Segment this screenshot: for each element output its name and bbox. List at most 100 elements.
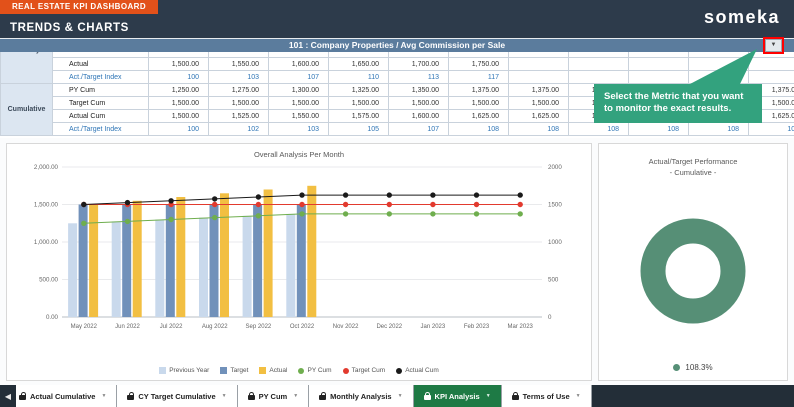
table-cell[interactable]: 1,500.00: [148, 96, 209, 110]
svg-text:1,500.00: 1,500.00: [34, 202, 59, 209]
table-cell[interactable]: 1,550.00: [208, 57, 269, 71]
table-cell[interactable]: 108: [448, 122, 509, 136]
sheet-tab-actual-cumulative[interactable]: Actual Cumulative ▼: [16, 385, 118, 407]
svg-text:Aug 2022: Aug 2022: [202, 324, 228, 330]
svg-text:0.00: 0.00: [46, 314, 59, 321]
table-cell[interactable]: 1,350.00: [388, 83, 449, 97]
table-cell[interactable]: 1,575.00: [328, 109, 389, 123]
table-row-label[interactable]: Act./Target Index: [52, 70, 149, 84]
chevron-down-icon: ▼: [397, 393, 403, 399]
table-cell[interactable]: [508, 70, 569, 84]
svg-text:May 2022: May 2022: [71, 324, 98, 330]
table-cell[interactable]: 1,500.00: [508, 96, 569, 110]
table-cell[interactable]: 1,275.00: [208, 83, 269, 97]
table-row-label[interactable]: Actual: [52, 57, 149, 71]
table-group-label[interactable]: Cumulative: [0, 83, 53, 136]
table-cell[interactable]: 107: [388, 122, 449, 136]
sheet-tab-kpi-analysis[interactable]: KPI Analysis ▼: [413, 385, 502, 407]
sheet-tab-py-cum[interactable]: PY Cum ▼: [237, 385, 310, 407]
table-row-label[interactable]: Target Cum: [52, 96, 149, 110]
table-cell[interactable]: 110: [328, 70, 389, 84]
table-cell[interactable]: 1,700.00: [388, 57, 449, 71]
lock-icon: [319, 391, 327, 400]
lock-icon: [127, 391, 135, 400]
svg-text:Sep 2022: Sep 2022: [246, 324, 272, 330]
charts-region: Overall Analysis Per Month 2,000.00 2000 1…: [0, 138, 794, 385]
highlight-box: ▼: [763, 37, 784, 54]
tabs-scroll-left-button[interactable]: ◀: [0, 385, 16, 407]
lock-icon: [511, 391, 519, 400]
svg-text:1000: 1000: [548, 239, 562, 246]
donut-title: Actual/Target Performance - Cumulative -: [649, 156, 738, 179]
table-cell[interactable]: 105: [328, 122, 389, 136]
table-cell[interactable]: 1,625.00: [448, 109, 509, 123]
table-cell[interactable]: 1,500.00: [268, 96, 329, 110]
table-cell[interactable]: 1,750.00: [448, 57, 509, 71]
table-cell[interactable]: 1,500.00: [148, 57, 209, 71]
table-cell[interactable]: 1,600.00: [388, 109, 449, 123]
chevron-down-icon: ▼: [575, 393, 581, 399]
table-cell[interactable]: 108: [508, 122, 569, 136]
legend-item: PY Cum: [298, 367, 332, 374]
sheet-tab-label: Terms of Use: [522, 391, 570, 401]
table-cell[interactable]: [508, 57, 569, 71]
donut-title-line2: - Cumulative -: [669, 168, 717, 178]
sheet-tab-label: KPI Analysis: [434, 391, 480, 401]
table-group-label[interactable]: Monthly: [0, 52, 53, 84]
table-cell[interactable]: 100: [148, 70, 209, 84]
table-cell[interactable]: 117: [448, 70, 509, 84]
table-cell[interactable]: 1,500.00: [148, 109, 209, 123]
chevron-down-icon: ▼: [101, 393, 107, 399]
table-cell[interactable]: 1,550.00: [268, 109, 329, 123]
table-row-label[interactable]: Actual Cum: [52, 109, 149, 123]
chart-legend: Previous Year Target Actual PY Cum Target Cu…: [159, 367, 439, 374]
table-cell[interactable]: 102: [208, 122, 269, 136]
lock-icon: [19, 391, 26, 400]
table-cell[interactable]: 1,650.00: [328, 57, 389, 71]
table-cell[interactable]: 113: [388, 70, 449, 84]
table-cell[interactable]: 1,375.00: [508, 83, 569, 97]
table-cell[interactable]: 1,250.00: [148, 83, 209, 97]
ribbon-title: REAL ESTATE KPI DASHBOARD: [0, 0, 159, 14]
table-cell[interactable]: 1,500.00: [208, 96, 269, 110]
table-cell[interactable]: 103: [208, 70, 269, 84]
table-cell[interactable]: 1,625.00: [508, 109, 569, 123]
table-cell[interactable]: 1,375.00: [448, 83, 509, 97]
legend-item: Target: [220, 367, 248, 374]
legend-marker: [673, 364, 681, 371]
chevron-down-icon: ▼: [485, 393, 491, 399]
sheet-tab-monthly-analysis[interactable]: Monthly Analysis ▼: [309, 385, 414, 407]
table-cell[interactable]: 1,600.00: [268, 57, 329, 71]
table-cell[interactable]: 100: [148, 122, 209, 136]
lock-icon: [247, 391, 255, 400]
table-cell[interactable]: 1,500.00: [328, 96, 389, 110]
table-cell[interactable]: 103: [268, 122, 329, 136]
table-cell[interactable]: 1,500.00: [448, 96, 509, 110]
table-cell[interactable]: 1,300.00: [268, 83, 329, 97]
svg-text:500.00: 500.00: [39, 277, 58, 284]
metric-dropdown-button[interactable]: ▼: [765, 39, 782, 52]
sheet-tab-label: Monthly Analysis: [330, 391, 392, 401]
table-row-label[interactable]: PY Cum: [52, 83, 149, 97]
legend-item: Actual: [259, 367, 287, 374]
svg-text:Nov 2022: Nov 2022: [333, 324, 359, 330]
table-cell[interactable]: 1,325.00: [328, 83, 389, 97]
sheet-tab-cy-target-cumulative[interactable]: CY Target Cumulative ▼: [117, 385, 238, 407]
table-cell[interactable]: 1,500.00: [388, 96, 449, 110]
table-cell[interactable]: 108: [688, 122, 749, 136]
combo-chart: 2,000.00 2000 1,500.00 1500 1,000.00 1000 500.…: [34, 164, 562, 330]
table-cell[interactable]: 108: [628, 122, 689, 136]
table-cell[interactable]: 108: [568, 122, 629, 136]
donut-legend: 108.3%: [673, 363, 713, 372]
table-cell[interactable]: 107: [268, 70, 329, 84]
sheet-tab-terms-of-use[interactable]: Terms of Use ▼: [501, 385, 592, 407]
svg-text:1500: 1500: [548, 202, 562, 209]
table-cell[interactable]: 108: [748, 122, 794, 136]
svg-text:Feb 2023: Feb 2023: [464, 324, 490, 330]
page-title: TRENDS & CHARTS: [10, 22, 129, 34]
chevron-down-icon: ▼: [293, 393, 299, 399]
table-cell[interactable]: 1,525.00: [208, 109, 269, 123]
svg-text:500: 500: [548, 277, 559, 284]
table-row-label[interactable]: Act./Target Index: [52, 122, 149, 136]
lock-icon: [423, 391, 431, 400]
